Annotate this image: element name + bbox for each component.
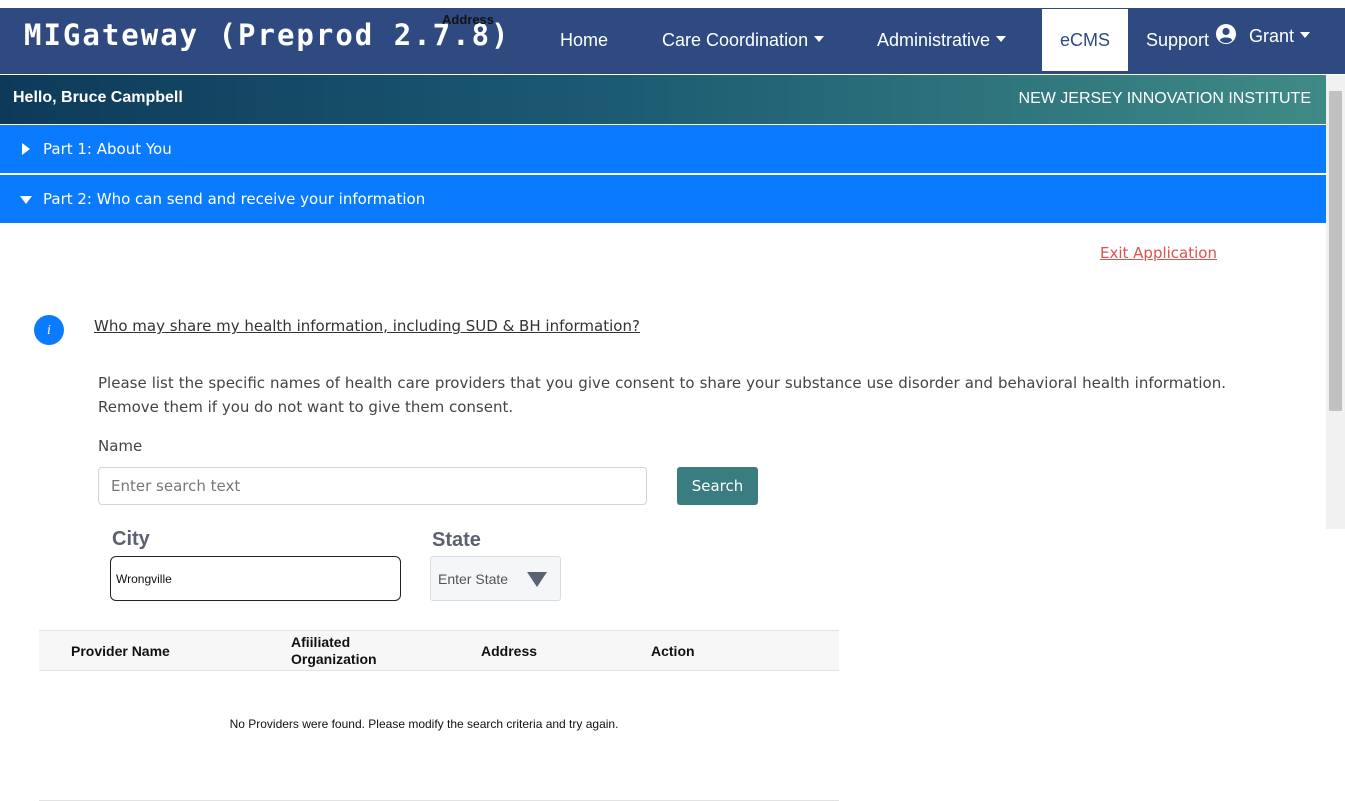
state-placeholder: Enter State: [438, 571, 509, 587]
nav-home-label: Home: [560, 30, 609, 50]
name-label: Name: [98, 437, 143, 455]
chevron-down-icon: [996, 36, 1007, 43]
chevron-down-icon: [1300, 32, 1311, 39]
app-brand[interactable]: MIGateway (Preprod 2.7.8): [24, 18, 511, 52]
scrollbar-thumb[interactable]: [1329, 91, 1342, 411]
caret-right-icon: [22, 143, 30, 155]
accordion-part1-label: Part 1: About You: [43, 140, 172, 158]
state-label: State: [432, 529, 481, 551]
consent-description: Please list the specific names of health…: [98, 374, 1226, 416]
greeting-bar: Hello, Bruce Campbell NEW JERSEY INNOVAT…: [0, 75, 1326, 124]
chevron-down-icon: [814, 36, 825, 43]
user-name: Grant: [1249, 26, 1295, 46]
nav-support[interactable]: Support: [1146, 8, 1209, 72]
exit-application-link[interactable]: Exit Application: [1100, 244, 1217, 262]
page-scrollbar[interactable]: [1326, 75, 1345, 529]
user-menu[interactable]: Grant: [1208, 4, 1311, 68]
info-icon[interactable]: i: [34, 315, 64, 345]
sharing-info-link[interactable]: Who may share my health information, inc…: [94, 317, 640, 335]
nav-ecms[interactable]: eCMS: [1042, 9, 1128, 71]
nav-care-coordination[interactable]: Care Coordination: [662, 8, 825, 72]
state-dropdown[interactable]: Enter State: [430, 556, 561, 601]
nav-administrative[interactable]: Administrative: [877, 8, 1007, 72]
city-input[interactable]: [110, 556, 401, 601]
accordion-part2[interactable]: Part 2: Who can send and receive your in…: [0, 175, 1326, 223]
nav-ecms-label: eCMS: [1059, 30, 1110, 50]
name-search-input[interactable]: [98, 467, 647, 505]
no-providers-message: No Providers were found. Please modify t…: [229, 717, 619, 731]
overlay-address-label: Address: [442, 12, 495, 27]
column-address: Address: [481, 643, 538, 659]
accordion-part2-label: Part 2: Who can send and receive your in…: [43, 190, 426, 208]
accordion-part1[interactable]: Part 1: About You: [0, 125, 1326, 173]
organization-name: NEW JERSEY INNOVATION INSTITUTE: [1018, 90, 1311, 107]
search-button[interactable]: Search: [677, 467, 758, 505]
nav-administrative-label: Administrative: [877, 30, 991, 50]
nav-home[interactable]: Home: [560, 8, 608, 72]
column-affiliated-line1: Afiiliated: [291, 634, 351, 650]
nav-support-label: Support: [1146, 30, 1210, 50]
user-circle-icon: [1216, 24, 1236, 45]
top-navbar: MIGateway (Preprod 2.7.8) Home Care Coor…: [0, 8, 1345, 74]
column-affiliated-line2: Organization: [291, 651, 377, 667]
column-action: Action: [651, 643, 695, 659]
triangle-down-icon: [527, 572, 547, 587]
nav-care-coordination-label: Care Coordination: [662, 30, 809, 50]
column-provider-name: Provider Name: [71, 643, 170, 659]
city-label: City: [112, 528, 150, 550]
provider-table-header: Provider Name Afiiliated Organization Ad…: [39, 630, 839, 671]
caret-down-icon: [20, 196, 32, 204]
column-affiliated-organization: Afiiliated Organization: [291, 634, 377, 668]
greeting-text: Hello, Bruce Campbell: [13, 89, 183, 106]
